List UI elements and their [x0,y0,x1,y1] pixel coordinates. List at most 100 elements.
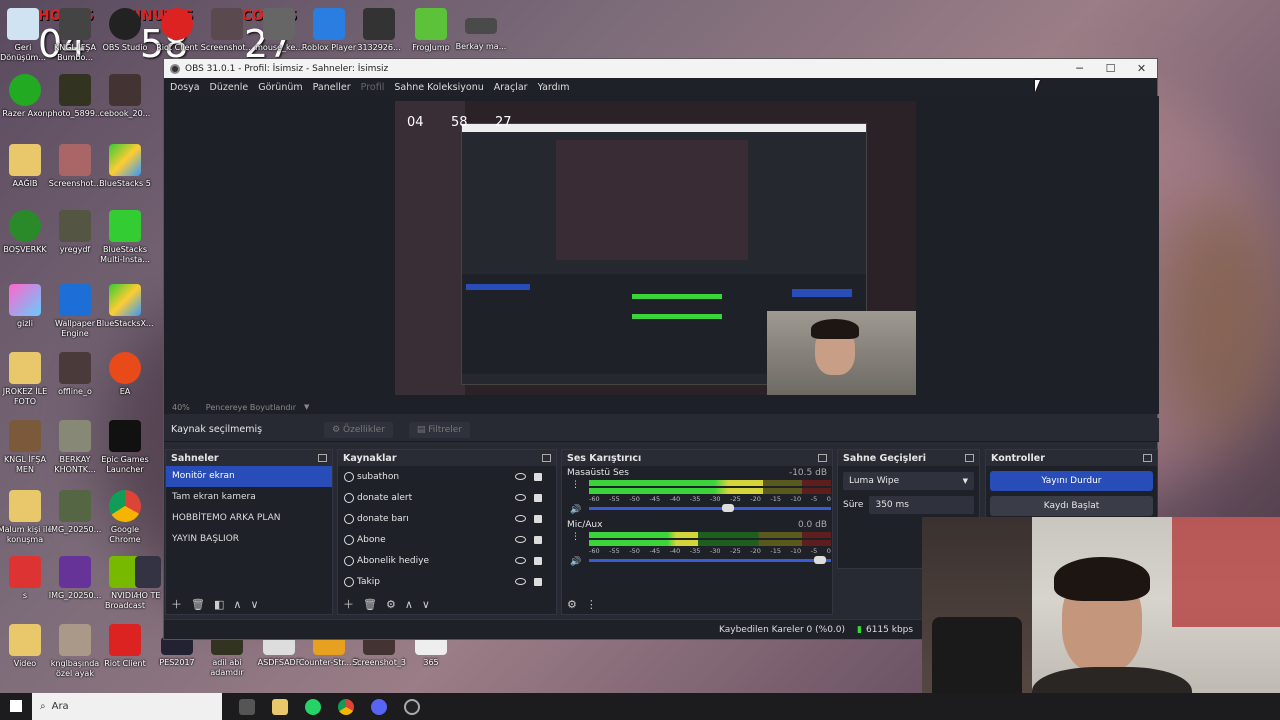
obs-logo-icon [170,63,180,74]
obs-titlebar[interactable]: OBS 31.0.1 - Profil: İsimsiz - Sahneler:… [164,59,1157,78]
source-item[interactable]: Takip [338,571,556,592]
lock-icon[interactable] [534,493,542,502]
windows-start-icon[interactable] [10,700,22,712]
scale-tick: -30 [709,547,721,555]
menu-gorunum[interactable]: Görünüm [258,82,302,93]
mixer-title: Ses Karıştırıcı [567,452,642,464]
desktop-icon-epic[interactable]: Epic Games Launcher [94,420,156,475]
close-button[interactable]: ✕ [1126,62,1157,75]
browser-source-icon [344,513,354,524]
volume-knob[interactable] [814,556,827,564]
stop-stream-button[interactable]: Yayını Durdur [990,471,1153,491]
sources-dock: Kaynaklar subathon donate alert donate b… [337,449,557,615]
scene-item[interactable]: Tam ekran kamera [166,487,332,508]
menu-yardim[interactable]: Yardım [538,82,570,93]
lock-icon[interactable] [534,556,542,565]
menu-araclar[interactable]: Araçlar [494,82,528,93]
taskbar-search[interactable]: ⌕ Ara [32,693,222,720]
filter-icon[interactable]: ◧ [214,598,224,611]
menu-sahne-koleksiyonu[interactable]: Sahne Koleksiyonu [394,82,483,93]
scale-tick: -15 [770,547,782,555]
program-preview[interactable]: 04 58 27 [395,101,916,395]
source-item[interactable]: subathon [338,466,556,487]
lock-icon[interactable] [534,535,542,544]
obs-taskbar-icon[interactable] [404,698,420,715]
desktop-icon-chrome[interactable]: Google Chrome [94,490,156,545]
menu-dosya[interactable]: Dosya [170,82,200,93]
arrow-up-icon[interactable]: ∧ [233,598,241,611]
lock-icon[interactable] [534,577,542,586]
eye-icon[interactable] [515,515,526,522]
eye-icon[interactable] [515,557,526,564]
desktop-icon-cebook[interactable]: cebook_20... [94,74,156,119]
scene-item[interactable]: HOBBİTEMO ARKA PLAN [166,508,332,529]
volume-slider[interactable] [589,504,831,512]
source-item[interactable]: donate alert [338,487,556,508]
trash-icon[interactable]: 🗑 [363,598,377,611]
source-toolbar: Kaynak seçilmemiş ⚙ Özellikler ▤ Filtrel… [164,418,1159,442]
scene-item[interactable]: YAYIN BAŞLIOR [166,529,332,550]
source-item[interactable]: donate barı [338,508,556,529]
scene-item[interactable]: Monitör ekran [166,466,332,487]
arrow-down-icon[interactable]: ∨ [250,598,258,611]
gear-icon[interactable]: ⚙ [567,598,577,611]
menu-profil[interactable]: Profil [361,82,385,93]
zoom-mode-select[interactable]: Pencereye Boyutlandır [206,403,296,412]
menu-duzenle[interactable]: Düzenle [210,82,249,93]
more-icon[interactable]: ⋮ [586,598,597,611]
desktop-icon-bluestacksx[interactable]: BlueStacksX... [94,284,156,329]
start-record-button[interactable]: Kaydı Başlat [990,496,1153,516]
undock-icon[interactable] [965,454,974,462]
desktop-icon-berkay[interactable]: Berkay ma... [450,8,512,52]
lock-icon[interactable] [534,472,542,481]
eye-icon[interactable] [515,536,526,543]
speaker-icon[interactable]: 🔊 [570,557,581,567]
filters-button[interactable]: ▤ Filtreler [408,421,471,438]
source-item[interactable]: Abonelik hediye [338,550,556,571]
menu-paneller[interactable]: Paneller [313,82,351,93]
preview-timer-hours: 04 [407,115,424,130]
undock-icon[interactable] [318,454,327,462]
transition-select[interactable]: Luma Wipe ▼ [843,472,974,490]
duration-input[interactable]: 350 ms [869,496,974,514]
eye-icon[interactable] [515,494,526,501]
webcam-hair [1054,557,1150,601]
volume-slider[interactable] [589,556,831,564]
chrome-icon[interactable] [338,698,354,715]
no-source-label: Kaynak seçilmemiş [171,424,263,435]
add-icon[interactable]: ＋ [343,596,354,612]
add-icon[interactable]: ＋ [171,596,182,612]
volume-knob[interactable] [722,504,735,512]
eye-icon[interactable] [515,578,526,585]
task-view-icon[interactable] [239,698,255,715]
browser-source-icon [344,576,354,587]
desktop-icon-365[interactable]: 365 [400,637,462,668]
file-explorer-icon[interactable] [272,698,288,715]
trash-icon[interactable]: 🗑 [191,598,205,611]
desktop-icon-bluestacks[interactable]: BlueStacks 5 [94,144,156,189]
desktop-icon-ho-te[interactable]: HO TE [130,556,166,601]
eye-icon[interactable] [515,473,526,480]
source-item[interactable]: Abone [338,529,556,550]
chevron-down-icon[interactable]: ▼ [304,403,309,411]
undock-icon[interactable] [542,454,551,462]
discord-icon[interactable] [371,698,387,715]
whatsapp-icon[interactable] [305,698,321,715]
lock-icon[interactable] [534,514,542,523]
desktop-icon-ea[interactable]: EA [94,352,156,397]
maximize-button[interactable]: ☐ [1095,62,1126,75]
desktop-icon-bluestacks-multi[interactable]: BlueStacks Multi-Insta... [94,210,156,265]
scale-tick: -25 [730,495,741,503]
more-icon[interactable]: ⋮ [571,532,580,542]
minimize-button[interactable]: ─ [1064,62,1095,75]
undock-icon[interactable] [1143,454,1152,462]
speaker-icon[interactable]: 🔊 [570,505,581,515]
webcam-jersey [1172,517,1280,627]
arrow-up-icon[interactable]: ∧ [405,598,413,611]
gear-icon[interactable]: ⚙ [386,598,396,611]
undock-icon[interactable] [818,454,827,462]
properties-button[interactable]: ⚙ Özellikler [324,421,393,438]
more-icon[interactable]: ⋮ [571,480,580,490]
scale-tick: -35 [689,547,701,555]
arrow-down-icon[interactable]: ∨ [422,598,430,611]
